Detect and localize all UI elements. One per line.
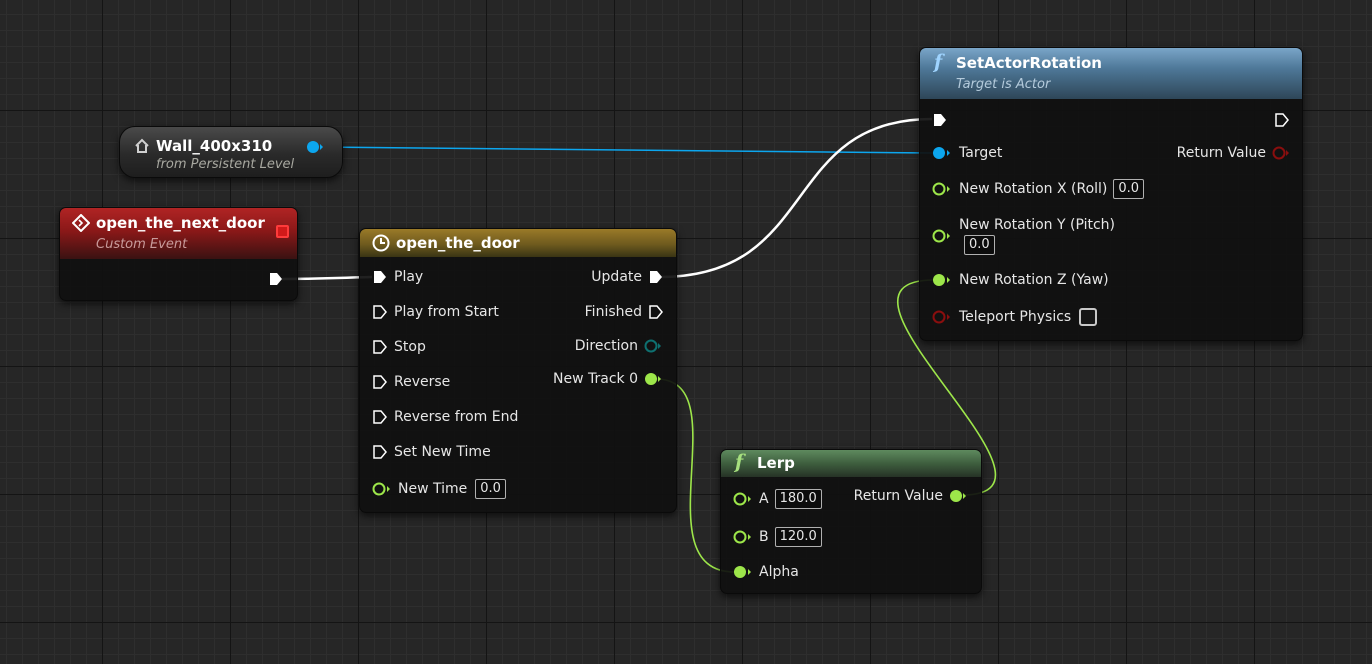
timeline-input-stop[interactable]: Stop	[372, 336, 426, 358]
pin-label: Set New Time	[394, 444, 491, 460]
timeline-output-update[interactable]: Update	[591, 266, 664, 288]
pin-label: Target	[959, 145, 1003, 161]
exec-output-pin[interactable]	[1274, 112, 1290, 128]
float-pin-icon	[733, 530, 753, 544]
yaw-input[interactable]: New Rotation Z (Yaw)	[932, 269, 1109, 291]
b-value-field[interactable]: 120.0	[774, 527, 822, 547]
pin-label: A	[759, 491, 769, 507]
teleport-physics-input[interactable]: Teleport Physics	[932, 306, 1098, 328]
wall-actor-node[interactable]: Wall_400x310 from Persistent Level	[119, 126, 343, 178]
object-pin-icon	[932, 146, 952, 160]
replication-square-icon	[276, 225, 289, 238]
set-actor-rotation-node[interactable]: f SetActorRotation Target is Actor Targe…	[919, 47, 1303, 341]
timeline-input-set-new-time[interactable]: Set New Time	[372, 441, 491, 463]
exec-pin-icon	[372, 304, 388, 320]
timeline-input-reverse[interactable]: Reverse	[372, 371, 450, 393]
wall-object-output-pin[interactable]	[306, 140, 324, 154]
pin-label: Return Value	[853, 488, 943, 504]
clock-icon	[372, 234, 390, 252]
timeline-output-new-track-0[interactable]: New Track 0	[553, 368, 662, 390]
lerp-output-return-value[interactable]: Return Value	[854, 485, 967, 507]
timeline-input-play-from-start[interactable]: Play from Start	[372, 301, 499, 323]
float-pin-icon	[932, 273, 952, 287]
custom-event-subtitle: Custom Event	[96, 237, 188, 252]
target-input[interactable]: Target	[932, 142, 1002, 164]
return-value-output[interactable]: Return Value	[1177, 142, 1290, 164]
pin-label: Alpha	[759, 564, 799, 580]
timeline-input-reverse-from-end[interactable]: Reverse from End	[372, 406, 518, 428]
roll-input[interactable]: New Rotation X (Roll) 0.0	[932, 178, 1145, 200]
exec-pin-icon	[648, 269, 664, 285]
float-pin-icon	[932, 229, 952, 243]
pin-label: Reverse from End	[394, 409, 519, 425]
pin-label: Finished	[584, 304, 642, 320]
event-diamond-icon	[72, 214, 90, 232]
pin-label: Return Value	[1176, 145, 1266, 161]
timeline-input-new-time[interactable]: New Time 0.0	[372, 478, 506, 500]
timeline-header: open_the_door	[360, 229, 676, 257]
timeline-input-play[interactable]: Play	[372, 266, 423, 288]
bool-pin-icon	[1272, 146, 1290, 160]
set-actor-rotation-title: SetActorRotation	[956, 54, 1102, 72]
exec-input-pin[interactable]	[932, 112, 948, 128]
timeline-output-direction[interactable]: Direction	[575, 335, 662, 357]
new-time-value-field[interactable]: 0.0	[475, 479, 506, 499]
roll-value-field[interactable]: 0.0	[1113, 179, 1145, 199]
pin-label: Reverse	[394, 374, 451, 390]
house-icon	[134, 138, 150, 154]
a-value-field[interactable]: 180.0	[774, 489, 822, 509]
exec-pin-icon	[648, 304, 664, 320]
timeline-node[interactable]: open_the_door Play Play from Start Stop …	[359, 228, 677, 513]
pin-label: New Time	[398, 481, 468, 497]
pin-label: New Rotation Z (Yaw)	[959, 272, 1109, 288]
pitch-input[interactable]	[932, 225, 959, 247]
lerp-header: f Lerp	[721, 450, 981, 477]
set-actor-rotation-header: f SetActorRotation Target is Actor	[920, 48, 1302, 99]
float-pin-icon	[644, 372, 662, 386]
function-icon: f	[735, 451, 744, 473]
exec-pin-icon	[372, 444, 388, 460]
custom-event-node[interactable]: open_the_next_door Custom Event	[59, 207, 298, 301]
exec-pin-icon	[372, 409, 388, 425]
float-pin-icon	[733, 565, 753, 579]
float-pin-icon	[949, 489, 967, 503]
lerp-title: Lerp	[757, 454, 795, 472]
pin-label: Play	[394, 269, 424, 285]
wall-actor-subtitle: from Persistent Level	[156, 157, 295, 172]
pin-label: New Rotation X (Roll)	[959, 181, 1108, 197]
pin-label: Play from Start	[394, 304, 499, 320]
pin-label: Teleport Physics	[959, 309, 1072, 325]
bool-pin-icon	[932, 310, 952, 324]
pitch-value-field[interactable]: 0.0	[964, 235, 995, 255]
exec-pin-icon	[372, 269, 388, 285]
custom-event-header: open_the_next_door Custom Event	[60, 208, 297, 259]
teleport-physics-checkbox[interactable]	[1079, 308, 1098, 326]
timeline-output-finished[interactable]: Finished	[585, 301, 664, 323]
float-pin-icon	[932, 182, 952, 196]
set-actor-rotation-subtitle: Target is Actor	[956, 77, 1051, 92]
exec-pin-icon	[372, 339, 388, 355]
lerp-input-alpha[interactable]: Alpha	[733, 561, 799, 583]
pin-label: B	[759, 529, 769, 545]
pitch-label: New Rotation Y (Pitch)	[959, 217, 1115, 233]
wall-actor-title: Wall_400x310	[156, 137, 273, 155]
custom-event-title: open_the_next_door	[96, 214, 265, 232]
enum-pin-icon	[644, 339, 662, 353]
lerp-node[interactable]: f Lerp A 180.0 B 120.0 Alpha Return Valu…	[720, 449, 982, 594]
wire-wall-to-target	[317, 146, 934, 154]
pin-label: New Track 0	[553, 371, 638, 387]
pin-label: Direction	[574, 338, 638, 354]
lerp-input-a[interactable]: A 180.0	[733, 488, 822, 510]
lerp-input-b[interactable]: B 120.0	[733, 526, 822, 548]
timeline-title: open_the_door	[396, 234, 520, 252]
function-icon: f	[934, 51, 943, 73]
event-exec-output-pin[interactable]	[268, 271, 284, 287]
exec-pin-icon	[372, 374, 388, 390]
wire-update-to-exec	[659, 117, 933, 279]
pin-label: Update	[591, 269, 642, 285]
pin-label: Stop	[394, 339, 426, 355]
float-pin-icon	[733, 492, 753, 506]
float-pin-icon	[372, 482, 392, 496]
